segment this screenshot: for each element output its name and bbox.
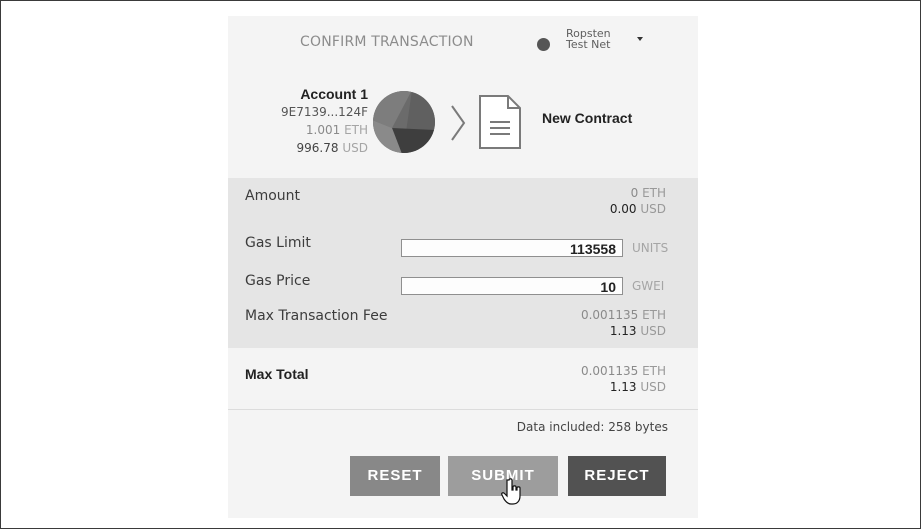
confirm-transaction-panel: CONFIRM TRANSACTION Ropsten Test Net Acc… [228,16,698,518]
reject-button[interactable]: REJECT [568,456,666,496]
account-eth-unit: ETH [344,123,368,137]
recipient-label: New Contract [542,110,633,126]
account-name: Account 1 [300,86,368,102]
max-fee-usd: 1.13 USD [610,324,666,338]
max-fee-label: Max Transaction Fee [245,308,388,324]
gas-limit-label: Gas Limit [245,235,311,251]
gas-limit-input[interactable]: 113558 [401,239,623,257]
caret-down-icon[interactable] [637,37,643,41]
account-usd-balance: 996.78 USD [256,141,368,155]
gas-price-label: Gas Price [245,273,311,289]
account-address: 9E7139...124F [280,105,368,119]
hand-pointer-icon [501,478,521,505]
amount-eth-value: 0 [630,186,639,200]
amount-label: Amount [245,188,301,204]
max-fee-eth: 0.001135 ETH [581,308,666,322]
max-fee-usd-value: 1.13 [609,324,637,338]
network-name-line2: Test Net [566,38,611,51]
gas-price-unit: GWEI [632,279,665,293]
account-usd-unit: USD [342,141,368,155]
account-usd-amount: 996.78 [296,141,339,155]
identicon [373,91,435,153]
gas-price-input[interactable]: 10 [401,277,623,295]
network-selector[interactable]: Ropsten Test Net [566,28,620,50]
max-fee-eth-unit: ETH [642,308,666,322]
amount-usd-value: 0.00 [609,202,637,216]
max-total-usd-value: 1.13 [609,380,637,394]
max-total-usd: 1.13 USD [610,380,666,394]
transaction-details: Amount 0 ETH 0.00 USD Gas Limit 113558 U… [228,178,698,348]
max-fee-eth-value: 0.001135 [580,308,639,322]
network-status-dot [537,38,550,51]
chevron-right-icon [451,105,466,141]
max-total-eth-unit: ETH [642,364,666,378]
max-total-label: Max Total [245,366,309,382]
document-icon [479,95,521,149]
max-total-usd-unit: USD [640,380,666,394]
account-eth-balance: 1.001 ETH [256,123,368,137]
divider [228,409,698,410]
amount-usd: 0.00 USD [610,202,666,216]
page-title: CONFIRM TRANSACTION [300,34,474,50]
amount-eth-unit: ETH [642,186,666,200]
amount-eth: 0 ETH [631,186,666,200]
reset-button[interactable]: RESET [350,456,440,496]
gas-limit-unit: UNITS [632,241,669,255]
account-eth-amount: 1.001 [305,123,341,137]
amount-usd-unit: USD [640,202,666,216]
max-fee-usd-unit: USD [640,324,666,338]
data-included-text: Data included: 258 bytes [516,420,668,434]
max-total-eth-value: 0.001135 [580,364,639,378]
max-total-eth: 0.001135 ETH [581,364,666,378]
